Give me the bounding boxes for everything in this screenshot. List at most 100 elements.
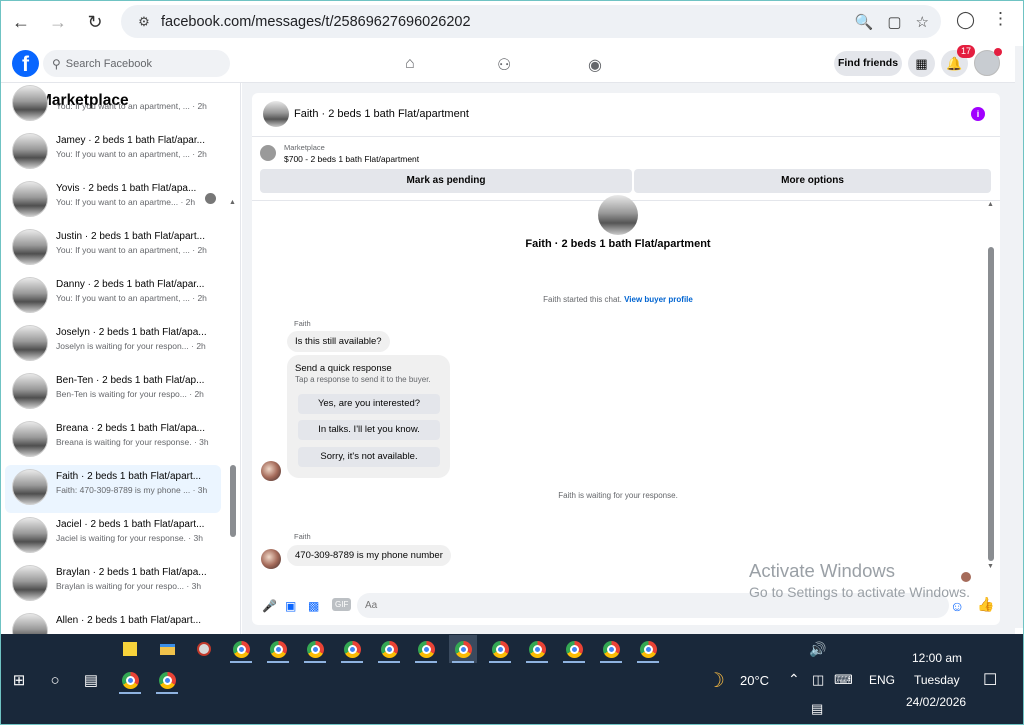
conversation-item[interactable]: Allen · 2 beds 1 bath Flat/apart...	[5, 609, 221, 634]
chat-title[interactable]: Faith · 2 beds 1 bath Flat/apartment	[294, 108, 469, 120]
reload-icon[interactable]: ↻	[78, 5, 112, 39]
conversation-item[interactable]: Justin · 2 beds 1 bath Flat/apart... You:…	[5, 225, 221, 273]
info-icon[interactable]: i	[971, 107, 985, 121]
weather-moon-icon[interactable]: ☽	[707, 668, 725, 693]
scrollbar-thumb[interactable]	[230, 465, 236, 537]
photo-icon[interactable]: ▣	[285, 599, 296, 613]
conversation-item[interactable]: Joselyn · 2 beds 1 bath Flat/apa... Josel…	[5, 321, 221, 369]
chrome-taskbar-icon[interactable]	[560, 635, 588, 663]
sidebar-scrollbar[interactable]: ▲	[228, 199, 238, 537]
scroll-up-icon[interactable]: ▲	[987, 201, 994, 208]
clock-date[interactable]: 24/02/2026	[906, 695, 966, 709]
zoom-icon[interactable]: 🔍	[855, 13, 874, 31]
conversation-item[interactable]: Yovis · 2 beds 1 bath Flat/apa... You: If…	[5, 177, 221, 225]
chrome-taskbar-icon[interactable]	[153, 666, 181, 694]
file-explorer-icon[interactable]	[153, 635, 181, 663]
conversation-title: Jamey · 2 beds 1 bath Flat/apar...	[56, 135, 205, 146]
mark-pending-button[interactable]: Mark as pending	[260, 169, 632, 193]
conversation-item[interactable]: Danny · 2 beds 1 bath Flat/apar... You: I…	[5, 273, 221, 321]
chrome-taskbar-icon[interactable]	[227, 635, 255, 663]
emoji-icon[interactable]: ☺	[950, 598, 964, 614]
scroll-up-icon[interactable]: ▲	[229, 199, 236, 206]
groups-icon[interactable]: ◉	[588, 55, 602, 75]
chat-avatar[interactable]	[263, 101, 289, 127]
chrome-taskbar-icon[interactable]	[116, 666, 144, 694]
meet-icon[interactable]: ◫	[812, 672, 824, 688]
facebook-header: f ⚲ Search Facebook ⌂ ⚇ ◉ Find friends ▦…	[1, 43, 1023, 83]
account-avatar[interactable]	[974, 48, 1002, 76]
chat-panel: Faith · 2 beds 1 bath Flat/apartment i M…	[242, 83, 1015, 634]
quick-response-button[interactable]: In talks. I'll let you know.	[298, 420, 440, 440]
network-icon[interactable]: ▤	[811, 701, 823, 717]
friends-icon[interactable]: ⚇	[497, 55, 511, 75]
sticky-notes-icon[interactable]	[116, 635, 144, 663]
chrome-taskbar-icon[interactable]	[486, 635, 514, 663]
sender-name: Faith	[294, 532, 311, 541]
bookmark-star-icon[interactable]: ☆	[916, 13, 929, 31]
cast-icon[interactable]: ▢	[887, 13, 901, 31]
forward-icon[interactable]: →	[41, 5, 75, 39]
listing-thumbnail[interactable]	[260, 145, 276, 161]
scroll-down-icon[interactable]: ▼	[987, 563, 994, 570]
listing-price[interactable]: $700 - 2 beds 1 bath Flat/apartment	[284, 154, 419, 164]
keyboard-icon[interactable]: ⌨	[834, 672, 853, 688]
chrome-taskbar-icon[interactable]	[375, 635, 403, 663]
chrome-taskbar-icon-active[interactable]	[449, 635, 477, 663]
search-input[interactable]: ⚲ Search Facebook	[43, 50, 230, 77]
search-circle-icon[interactable]: ○	[41, 666, 69, 694]
menu-grid-icon[interactable]: ▦	[908, 50, 935, 77]
conversation-item[interactable]: Jaciel · 2 beds 1 bath Flat/apart... Jaci…	[5, 513, 221, 561]
browser-menu-icon[interactable]: ⋮	[992, 9, 1009, 29]
sticker-icon[interactable]: ▩	[308, 599, 319, 613]
conversation-item[interactable]: Jamey · 2 beds 1 bath Flat/apar... You: I…	[5, 129, 221, 177]
back-icon[interactable]: ←	[4, 5, 38, 39]
weather-temp[interactable]: 20°C	[740, 673, 769, 688]
chrome-taskbar-icon[interactable]	[412, 635, 440, 663]
facebook-logo-icon[interactable]: f	[12, 50, 39, 77]
message-bubble[interactable]: Is this still available?	[287, 331, 390, 352]
chrome-taskbar-icon[interactable]	[338, 635, 366, 663]
chevron-up-icon[interactable]: ⌃	[788, 671, 800, 688]
conversation-item[interactable]: Braylan · 2 beds 1 bath Flat/apa... Brayl…	[5, 561, 221, 609]
conversation-item[interactable]: Faith · 2 beds 1 bath Flat/apart... Faith…	[5, 465, 221, 513]
message-bubble[interactable]: 470-309-8789 is my phone number	[287, 545, 451, 566]
clock-day[interactable]: Tuesday	[914, 673, 960, 687]
message-input[interactable]	[365, 596, 935, 615]
quick-response-button[interactable]: Sorry, it's not available.	[298, 447, 440, 467]
chrome-taskbar-icon[interactable]	[597, 635, 625, 663]
home-icon[interactable]: ⌂	[405, 55, 415, 73]
windows-start-icon[interactable]: ⊞	[5, 666, 33, 694]
app-icon[interactable]	[190, 635, 218, 663]
chrome-taskbar-icon[interactable]	[523, 635, 551, 663]
clock-time[interactable]: 12:00 am	[912, 651, 962, 665]
notifications-center-icon[interactable]: ☐	[983, 670, 997, 690]
more-options-button[interactable]: More options	[634, 169, 991, 193]
microphone-icon[interactable]: 🎤	[262, 599, 277, 613]
conversation-item[interactable]: You: If you want to an apartment, ... · …	[5, 83, 221, 129]
conversation-item[interactable]: Breana · 2 beds 1 bath Flat/apa... Breana…	[5, 417, 221, 465]
page-scrollbar[interactable]	[1015, 46, 1023, 628]
thread-scrollbar[interactable]: ▲ ▼	[986, 201, 996, 581]
thread-avatar[interactable]	[598, 195, 638, 235]
chrome-taskbar-icon[interactable]	[634, 635, 662, 663]
chrome-taskbar-icon[interactable]	[264, 635, 292, 663]
url-text[interactable]: facebook.com/messages/t/2586962769602620…	[161, 14, 471, 30]
scrollbar-thumb[interactable]	[988, 247, 994, 561]
address-bar[interactable]: ⚙ facebook.com/messages/t/25869627696026…	[121, 5, 941, 38]
sender-avatar[interactable]	[261, 461, 281, 481]
conversation-item[interactable]: Ben-Ten · 2 beds 1 bath Flat/ap... Ben-Te…	[5, 369, 221, 417]
marketplace-listing: Marketplace $700 - 2 beds 1 bath Flat/ap…	[252, 137, 1000, 201]
conversation-title: Ben-Ten · 2 beds 1 bath Flat/ap...	[56, 375, 205, 386]
browser-profile-icon[interactable]: ◯	[956, 10, 975, 30]
view-buyer-profile-link[interactable]: View buyer profile	[624, 295, 693, 304]
find-friends-button[interactable]: Find friends	[834, 51, 902, 76]
gif-icon[interactable]: GIF	[332, 598, 352, 611]
chrome-taskbar-icon[interactable]	[301, 635, 329, 663]
sender-avatar[interactable]	[261, 549, 281, 569]
volume-icon[interactable]: 🔊	[809, 641, 826, 658]
language-indicator[interactable]: ENG	[869, 673, 895, 687]
quick-response-button[interactable]: Yes, are you interested?	[298, 394, 440, 414]
thumbs-up-icon[interactable]: 👍	[977, 596, 994, 613]
task-view-icon[interactable]: ▤	[77, 666, 105, 694]
site-settings-icon[interactable]: ⚙	[129, 14, 159, 30]
